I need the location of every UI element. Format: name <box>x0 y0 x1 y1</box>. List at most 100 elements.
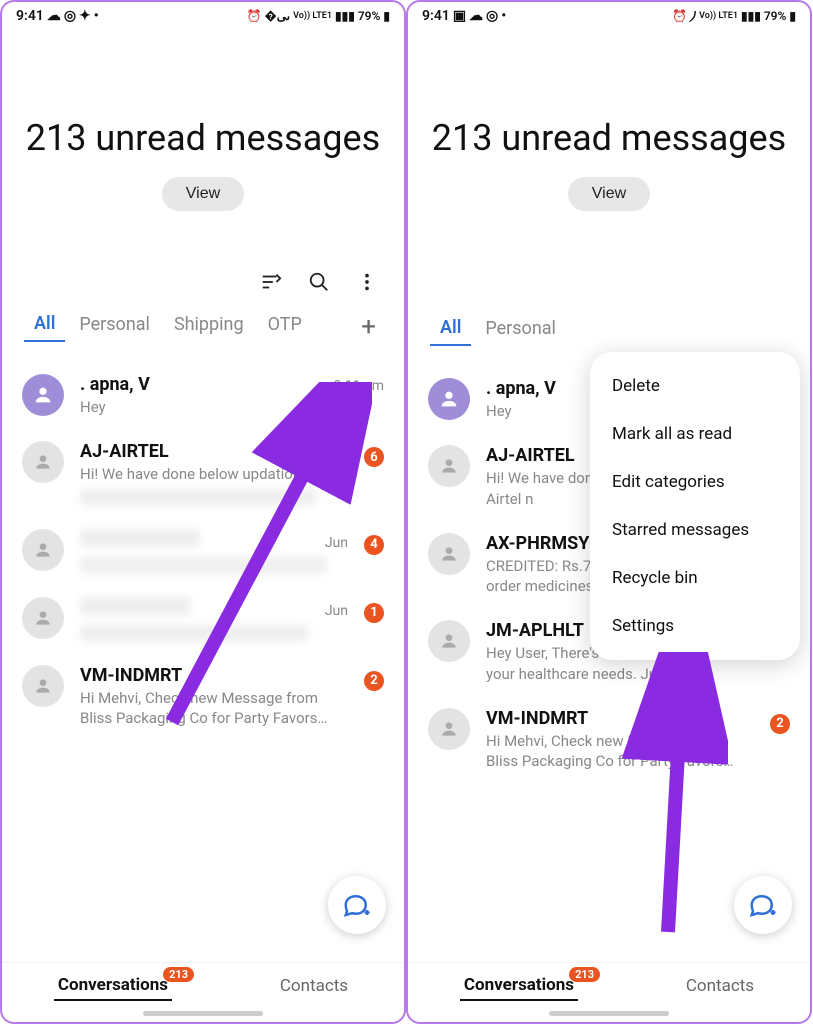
overflow-menu: Delete Mark all as read Edit categories … <box>590 352 800 660</box>
search-icon[interactable] <box>308 271 330 293</box>
instagram-icon: ◎ <box>64 8 76 24</box>
conversation-row[interactable]: Jun 1 <box>2 585 404 653</box>
signal-icon: ▮▮▮ <box>335 9 355 23</box>
compose-button[interactable] <box>328 876 386 934</box>
bottom-nav: Conversations 213 Contacts <box>408 962 810 1005</box>
avatar <box>428 533 470 575</box>
menu-starred[interactable]: Starred messages <box>590 506 800 554</box>
bottom-nav: Conversations 213 Contacts <box>2 962 404 1005</box>
conversation-name: VM-INDMRT <box>486 708 588 729</box>
alarm-icon: ⏰ <box>672 9 687 23</box>
conversation-name: AX-PHRMSY <box>486 533 589 554</box>
signal-icon: ▮▮▮ <box>741 9 761 23</box>
tab-contacts[interactable]: Contacts <box>276 976 352 1000</box>
dot-icon: • <box>94 8 99 24</box>
status-time: 9:41 <box>16 8 44 24</box>
tab-conversations[interactable]: Conversations 213 <box>54 975 172 1001</box>
avatar <box>22 441 64 483</box>
home-indicator <box>143 1011 263 1016</box>
wifi-icon: ⵰ <box>690 9 696 24</box>
tab-all[interactable]: All <box>430 315 471 346</box>
blurred-name <box>80 597 190 615</box>
conversation-name: AJ-AIRTEL <box>486 445 575 466</box>
home-indicator <box>549 1011 669 1016</box>
avatar <box>22 529 64 571</box>
compose-button[interactable] <box>734 876 792 934</box>
menu-recycle-bin[interactable]: Recycle bin <box>590 554 800 602</box>
menu-edit-categories[interactable]: Edit categories <box>590 458 800 506</box>
instagram-icon: ◎ <box>486 8 498 24</box>
avatar <box>428 708 470 750</box>
unread-badge: 6 <box>364 447 384 467</box>
conversation-time: Jun <box>325 535 348 551</box>
tab-otp[interactable]: OTP <box>258 312 312 341</box>
category-tabs: All Personal Shipping OTP + <box>2 311 404 362</box>
battery-icon: ▮ <box>383 9 390 23</box>
view-button[interactable]: View <box>162 177 244 211</box>
tab-shipping[interactable]: Shipping <box>164 312 254 341</box>
filter-icon[interactable] <box>260 271 282 293</box>
carrier-text: Vo)) LTE1 <box>699 11 738 21</box>
tab-all[interactable]: All <box>24 311 65 342</box>
conversation-time: Jun <box>325 603 348 619</box>
menu-settings[interactable]: Settings <box>590 602 800 650</box>
menu-mark-all-read[interactable]: Mark all as read <box>590 410 800 458</box>
conversation-preview: Hi Mehvi, Check new Message from Bliss P… <box>80 688 348 729</box>
battery-text: 79% <box>358 9 381 23</box>
cloud-icon: ☁ <box>469 8 483 24</box>
avatar <box>22 665 64 707</box>
tab-personal[interactable]: Personal <box>69 312 160 341</box>
avatar <box>428 620 470 662</box>
conversation-row[interactable]: VM-INDMRT Hi Mehvi, Check new Message fr… <box>2 653 404 741</box>
phone-screenshot-right: 9:41 ▣ ☁ ◎ • ⏰ ⵰ Vo)) LTE1 ▮▮▮ 79% ▮ 213… <box>406 0 812 1024</box>
conversation-preview: Hi Mehvi, Check new Message from Bliss P… <box>486 731 754 772</box>
phone-screenshot-left: 9:41 ☁ ◎ ✦ • ⏰ �ىى Vo)) LTE1 ▮▮▮ 79% ▮ 2… <box>0 0 406 1024</box>
status-time: 9:41 <box>422 8 450 24</box>
conversation-name: . apna, V <box>486 378 556 399</box>
status-bar: 9:41 ▣ ☁ ◎ • ⏰ ⵰ Vo)) LTE1 ▮▮▮ 79% ▮ <box>408 2 810 26</box>
conversation-preview: Hi! We have done below updation <box>80 464 348 484</box>
conversation-time: 9:11 am <box>334 378 384 394</box>
unread-badge: 2 <box>364 671 384 691</box>
avatar <box>428 445 470 487</box>
battery-text: 79% <box>764 9 787 23</box>
conversations-count-badge: 213 <box>569 967 600 982</box>
gallery-icon: ▣ <box>453 8 466 24</box>
conversation-name: JM-APLHLT <box>486 620 584 641</box>
add-category-button[interactable]: + <box>355 312 382 342</box>
unread-badge: 1 <box>364 603 384 623</box>
toolbar-spacer <box>408 271 810 315</box>
conversations-count-badge: 213 <box>163 967 194 982</box>
blurred-text <box>80 557 327 573</box>
conversation-row[interactable]: Jun 4 <box>2 517 404 585</box>
avatar <box>22 374 64 416</box>
dot-icon: • <box>501 8 506 24</box>
conversation-name: . apna, V <box>80 374 150 395</box>
conversation-list: . apna, V 9:11 am Hey AJ-AIRTEL 8:52 am … <box>2 362 404 962</box>
status-bar: 9:41 ☁ ◎ ✦ • ⏰ �ىى Vo)) LTE1 ▮▮▮ 79% ▮ <box>2 2 404 26</box>
unread-title: 213 unread messages <box>424 116 794 161</box>
carrier-text: Vo)) LTE1 <box>293 11 332 21</box>
conversation-name: VM-INDMRT <box>80 665 182 686</box>
tab-label: Conversations <box>464 975 574 995</box>
tab-label: Conversations <box>58 975 168 995</box>
blurred-name <box>80 529 200 547</box>
battery-icon: ▮ <box>789 9 796 23</box>
view-button[interactable]: View <box>568 177 650 211</box>
tab-conversations[interactable]: Conversations 213 <box>460 975 578 1001</box>
messages-header: 213 unread messages View <box>408 26 810 271</box>
twitter-icon: ✦ <box>79 8 91 24</box>
tab-personal[interactable]: Personal <box>475 316 566 345</box>
more-icon[interactable] <box>356 271 378 293</box>
avatar <box>22 597 64 639</box>
unread-badge: 4 <box>364 535 384 555</box>
cloud-icon: ☁ <box>47 8 61 24</box>
tab-contacts[interactable]: Contacts <box>682 976 758 1000</box>
blurred-text <box>80 489 316 505</box>
conversation-row[interactable]: VM-INDMRT Hi Mehvi, Check new Message fr… <box>408 696 810 784</box>
conversation-preview: Hey <box>80 397 384 417</box>
conversation-row[interactable]: AJ-AIRTEL 8:52 am Hi! We have done below… <box>2 429 404 516</box>
menu-delete[interactable]: Delete <box>590 362 800 410</box>
toolbar <box>2 271 404 311</box>
conversation-row[interactable]: . apna, V 9:11 am Hey <box>2 362 404 429</box>
